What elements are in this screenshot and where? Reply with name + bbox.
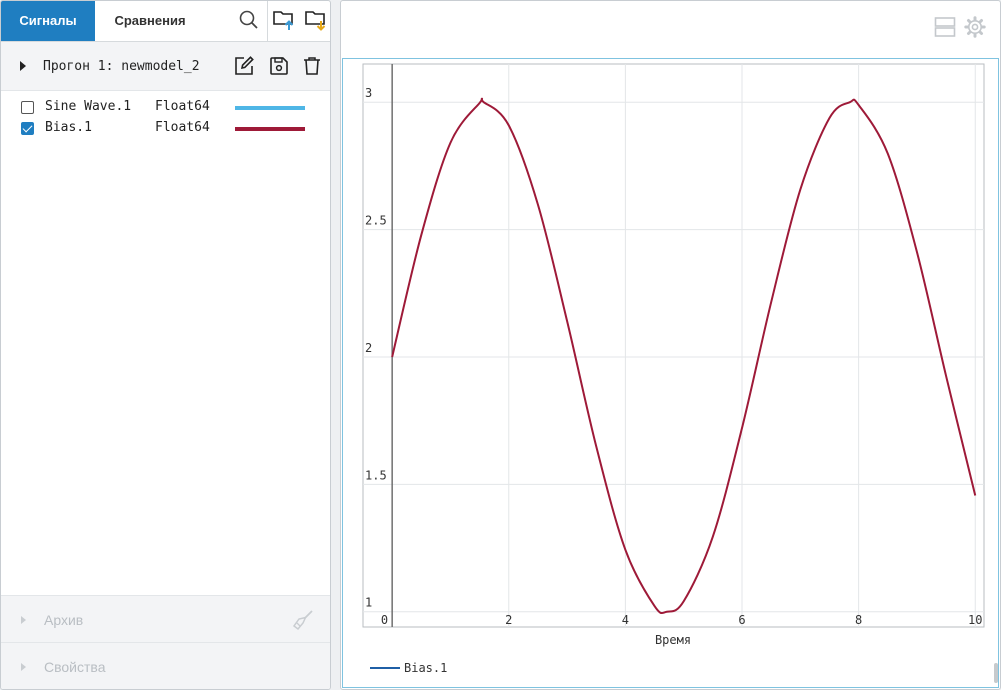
signal-color-line[interactable] (235, 106, 305, 110)
tab-signals[interactable]: Сигналы (1, 1, 95, 41)
x-tick-label: 6 (738, 613, 745, 627)
archive-label: Архив (44, 612, 84, 628)
properties-label: Свойства (44, 659, 106, 675)
run-label: Прогон 1: newmodel_2 (43, 59, 200, 74)
broom-icon[interactable] (291, 608, 315, 635)
plot-panel: 1 1.5 2 2.5 3 0 2 4 6 8 10 Время Bias.1 (340, 0, 1001, 690)
y-tick-label: 2 (365, 341, 372, 355)
edit-icon[interactable] (233, 55, 255, 77)
signals-panel: Сигналы Сравнения Прогон 1: newmodel_2 S… (0, 0, 331, 690)
y-tick-label: 1 (365, 596, 372, 610)
signal-row[interactable]: Bias.1 Float64 (1, 119, 330, 139)
legend-line (370, 667, 400, 669)
signal-type: Float64 (155, 99, 210, 114)
import-button[interactable] (267, 1, 300, 41)
signal-color-line[interactable] (235, 127, 305, 131)
expand-arrow-icon[interactable] (20, 61, 26, 71)
folder-import-icon (272, 9, 296, 34)
scrollbar-thumb[interactable] (994, 663, 998, 683)
tab-compare[interactable]: Сравнения (95, 1, 205, 41)
expand-arrow-icon (21, 616, 26, 624)
signal-row[interactable]: Sine Wave.1 Float64 (1, 98, 330, 118)
archive-section[interactable]: Архив (1, 595, 330, 642)
gear-icon[interactable] (964, 16, 986, 41)
x-tick-label: 0 (381, 613, 388, 627)
y-tick-label: 3 (365, 86, 372, 100)
plot-toolbar (934, 16, 986, 41)
x-tick-label: 8 (855, 613, 862, 627)
line-chart[interactable]: 1 1.5 2 2.5 3 0 2 4 6 8 10 Время (343, 59, 998, 659)
x-tick-label: 2 (505, 613, 512, 627)
legend-label[interactable]: Bias.1 (404, 661, 447, 675)
signal-checkbox[interactable] (21, 101, 34, 114)
x-tick-label: 10 (968, 613, 982, 627)
folder-export-icon (304, 9, 328, 34)
panel-tabs: Сигналы Сравнения (1, 1, 330, 42)
save-icon[interactable] (268, 55, 290, 77)
signal-name: Sine Wave.1 (45, 99, 132, 114)
signal-checkbox[interactable] (21, 122, 34, 135)
search-icon (239, 10, 259, 33)
expand-arrow-icon (21, 663, 26, 671)
signal-name: Bias.1 (45, 120, 92, 135)
run-row[interactable]: Прогон 1: newmodel_2 (1, 42, 330, 91)
x-axis-label: Время (655, 633, 691, 647)
x-tick-label: 4 (622, 613, 629, 627)
y-tick-label: 1.5 (365, 468, 387, 482)
trash-icon[interactable] (301, 55, 323, 77)
properties-section[interactable]: Свойства (1, 642, 330, 689)
chart-frame: 1 1.5 2 2.5 3 0 2 4 6 8 10 Время Bias.1 (342, 58, 999, 688)
layout-rows-icon[interactable] (934, 16, 956, 41)
plot-area (362, 63, 985, 628)
y-tick-label: 2.5 (365, 214, 387, 228)
export-button[interactable] (300, 1, 330, 41)
search-button[interactable] (231, 1, 267, 41)
signal-type: Float64 (155, 120, 210, 135)
